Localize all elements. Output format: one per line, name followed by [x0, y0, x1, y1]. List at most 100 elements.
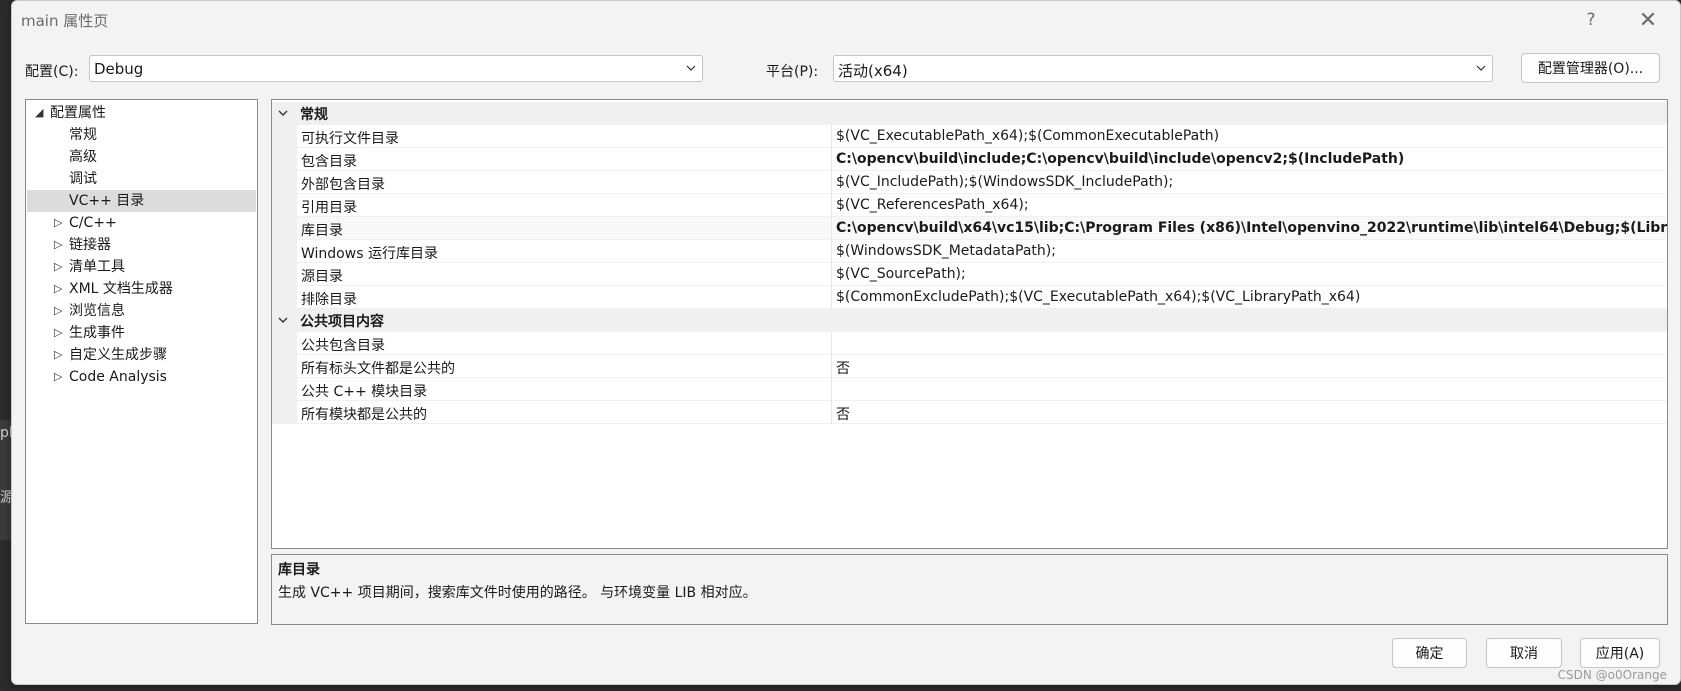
property-value[interactable]: 否 — [836, 358, 850, 378]
cancel-button[interactable]: 取消 — [1486, 638, 1562, 668]
property-row[interactable]: 可执行文件目录 $(VC_ExecutablePath_x64);$(Common… — [272, 125, 1667, 148]
tree-node-label: 调试 — [69, 171, 97, 187]
tree-node-config-properties[interactable]: ◢ 配置属性 — [27, 102, 256, 124]
collapsed-triangle-icon[interactable]: ▷ — [54, 344, 62, 366]
config-manager-button[interactable]: 配置管理器(O)... — [1521, 53, 1660, 83]
property-value[interactable]: 否 — [836, 404, 850, 424]
tree-node-xml-doc-generator[interactable]: ▷ XML 文档生成器 — [27, 278, 256, 300]
collapsed-triangle-icon[interactable]: ▷ — [54, 300, 62, 322]
platform-select-value: 活动(x64) — [838, 62, 908, 80]
property-row[interactable]: 源目录 $(VC_SourcePath); — [272, 263, 1667, 286]
column-divider — [831, 194, 832, 217]
property-row[interactable]: 引用目录 $(VC_ReferencesPath_x64); — [272, 194, 1667, 217]
help-button[interactable]: ? — [1571, 5, 1611, 35]
tree-node-label: C/C++ — [69, 215, 117, 231]
tree-node-vc-directories[interactable]: VC++ 目录 — [27, 190, 256, 212]
close-button[interactable]: ✕ — [1628, 5, 1668, 35]
property-name: 源目录 — [301, 269, 343, 285]
config-select[interactable]: Debug — [89, 55, 703, 82]
collapsed-triangle-icon[interactable]: ▷ — [54, 366, 62, 388]
property-value[interactable]: $(WindowsSDK_MetadataPath); — [836, 243, 1056, 259]
collapsed-triangle-icon[interactable]: ▷ — [54, 212, 62, 234]
help-icon: ? — [1586, 10, 1596, 30]
tree-node-browse-info[interactable]: ▷ 浏览信息 — [27, 300, 256, 322]
property-row[interactable]: Windows 运行库目录 $(WindowsSDK_MetadataPath); — [272, 240, 1667, 263]
title-bar: main 属性页 ? ✕ — [12, 1, 1680, 39]
row-gutter — [272, 263, 297, 286]
property-row[interactable]: 包含目录 C:\opencv\build\include;C:\opencv\bu… — [272, 148, 1667, 171]
row-gutter — [272, 194, 297, 217]
property-value[interactable]: $(CommonExcludePath);$(VC_ExecutablePath… — [836, 289, 1360, 305]
category-public-project-content[interactable]: 公共项目内容 — [272, 309, 1667, 332]
tree-node-label: Code Analysis — [69, 369, 167, 385]
column-divider — [831, 240, 832, 263]
row-gutter — [272, 332, 297, 355]
property-name: 所有标头文件都是公共的 — [301, 361, 455, 377]
collapsed-triangle-icon[interactable]: ▷ — [54, 278, 62, 300]
property-row[interactable]: 所有模块都是公共的 否 — [272, 401, 1667, 424]
category-general[interactable]: 常规 — [272, 102, 1667, 125]
property-name: 排除目录 — [301, 292, 357, 308]
property-name: 可执行文件目录 — [301, 131, 399, 147]
tree-node-code-analysis[interactable]: ▷ Code Analysis — [27, 366, 256, 388]
ok-button[interactable]: 确定 — [1392, 638, 1467, 668]
tree-node-label: 自定义生成步骤 — [69, 347, 167, 363]
row-gutter — [272, 401, 297, 424]
property-row[interactable]: 所有标头文件都是公共的 否 — [272, 355, 1667, 378]
chevron-down-icon — [686, 65, 696, 71]
tree-node-linker[interactable]: ▷ 链接器 — [27, 234, 256, 256]
row-gutter — [272, 355, 297, 378]
collapsed-triangle-icon[interactable]: ▷ — [54, 322, 62, 344]
tree-node-label: VC++ 目录 — [69, 193, 145, 209]
property-value[interactable]: $(VC_ExecutablePath_x64);$(CommonExecuta… — [836, 128, 1219, 144]
column-divider — [831, 286, 832, 309]
property-value[interactable]: C:\opencv\build\x64\vc15\lib;C:\Program … — [836, 220, 1667, 236]
row-gutter — [272, 286, 297, 309]
tree-node-c-cpp[interactable]: ▷ C/C++ — [27, 212, 256, 234]
property-row[interactable]: 公共包含目录 — [272, 332, 1667, 355]
property-value[interactable]: C:\opencv\build\include;C:\opencv\build\… — [836, 151, 1404, 167]
tree-node-custom-build-step[interactable]: ▷ 自定义生成步骤 — [27, 344, 256, 366]
column-divider — [831, 217, 832, 240]
row-gutter — [272, 378, 297, 401]
watermark: CSDN @o0Orange — [1557, 668, 1667, 682]
apply-button[interactable]: 应用(A) — [1580, 638, 1660, 668]
property-grid: 常规 可执行文件目录 $(VC_ExecutablePath_x64);$(Com… — [271, 99, 1668, 549]
tree-node-label: 配置属性 — [50, 105, 106, 121]
property-row[interactable]: 排除目录 $(CommonExcludePath);$(VC_Executable… — [272, 286, 1667, 309]
property-name: 引用目录 — [301, 200, 357, 216]
column-divider — [831, 125, 832, 148]
tree-node-build-events[interactable]: ▷ 生成事件 — [27, 322, 256, 344]
chevron-down-icon[interactable] — [278, 108, 288, 118]
property-row[interactable]: 外部包含目录 $(VC_IncludePath);$(WindowsSDK_Inc… — [272, 171, 1667, 194]
tree-node-general[interactable]: 常规 — [27, 124, 256, 146]
property-row-selected[interactable]: 库目录 C:\opencv\build\x64\vc15\lib;C:\Progr… — [272, 217, 1667, 240]
expanded-triangle-icon[interactable]: ◢ — [35, 102, 43, 124]
collapsed-triangle-icon[interactable]: ▷ — [54, 234, 62, 256]
row-gutter — [272, 125, 297, 148]
tree-node-manifest-tool[interactable]: ▷ 清单工具 — [27, 256, 256, 278]
description-panel: 库目录 生成 VC++ 项目期间，搜索库文件时使用的路径。 与环境变量 LIB … — [271, 554, 1668, 625]
tree-node-label: XML 文档生成器 — [69, 281, 173, 297]
chevron-down-icon[interactable] — [278, 315, 288, 325]
tree-node-label: 生成事件 — [69, 325, 125, 341]
tree-node-label: 清单工具 — [69, 259, 125, 275]
config-select-value: Debug — [94, 60, 144, 78]
platform-select[interactable]: 活动(x64) — [833, 55, 1493, 82]
property-value[interactable]: $(VC_IncludePath);$(WindowsSDK_IncludePa… — [836, 174, 1173, 190]
row-gutter — [272, 240, 297, 263]
collapsed-triangle-icon[interactable]: ▷ — [54, 256, 62, 278]
tree-node-advanced[interactable]: 高级 — [27, 146, 256, 168]
property-row[interactable]: 公共 C++ 模块目录 — [272, 378, 1667, 401]
row-gutter — [272, 148, 297, 171]
property-value[interactable]: $(VC_ReferencesPath_x64); — [836, 197, 1029, 213]
config-label: 配置(C): — [25, 64, 79, 80]
description-title: 库目录 — [278, 562, 320, 578]
window-title: main 属性页 — [21, 12, 109, 30]
property-name: Windows 运行库目录 — [301, 246, 438, 262]
property-tree: ◢ 配置属性 常规 高级 调试 VC++ 目录 ▷ C/C++ ▷ 链接器 ▷ 清单工… — [25, 99, 258, 624]
tree-node-debugging[interactable]: 调试 — [27, 168, 256, 190]
property-name: 外部包含目录 — [301, 177, 385, 193]
column-divider — [831, 263, 832, 286]
property-value[interactable]: $(VC_SourcePath); — [836, 266, 966, 282]
